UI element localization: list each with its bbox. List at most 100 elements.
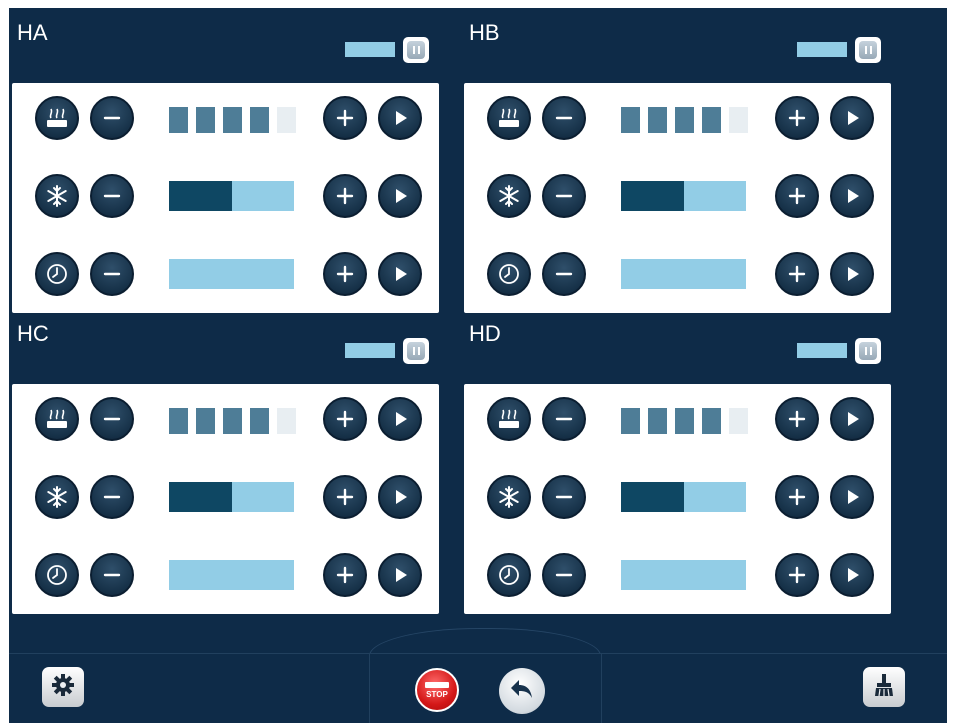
level-mode-button[interactable]	[35, 96, 79, 140]
control-row-cooling	[12, 473, 439, 521]
decrease-button[interactable]	[542, 475, 586, 519]
level-segment	[196, 107, 215, 133]
level-segment	[702, 107, 721, 133]
level-segment	[621, 408, 640, 434]
level-segment	[169, 408, 188, 434]
minus-icon	[100, 485, 124, 509]
start-button[interactable]	[378, 174, 422, 218]
play-icon	[840, 106, 864, 130]
control-row-cooling	[464, 473, 891, 521]
zone-hd: HD	[461, 309, 891, 614]
increase-button[interactable]	[775, 553, 819, 597]
zone-status-indicator	[345, 343, 395, 358]
minus-icon	[552, 563, 576, 587]
back-button[interactable]	[499, 668, 545, 714]
start-button[interactable]	[378, 397, 422, 441]
start-button[interactable]	[378, 96, 422, 140]
increase-button[interactable]	[775, 475, 819, 519]
decrease-button[interactable]	[542, 397, 586, 441]
level-segment	[223, 107, 242, 133]
start-button[interactable]	[378, 252, 422, 296]
control-row-timer	[464, 551, 891, 599]
increase-button[interactable]	[323, 96, 367, 140]
decrease-button[interactable]	[90, 96, 134, 140]
timer-mode-button[interactable]	[35, 553, 79, 597]
minus-icon	[552, 485, 576, 509]
zone-panel	[12, 83, 439, 313]
level-segment	[223, 408, 242, 434]
decrease-button[interactable]	[90, 252, 134, 296]
level-segment	[621, 107, 640, 133]
decrease-button[interactable]	[90, 475, 134, 519]
start-button[interactable]	[830, 252, 874, 296]
increase-button[interactable]	[775, 96, 819, 140]
minus-icon	[552, 184, 576, 208]
decrease-button[interactable]	[542, 553, 586, 597]
increase-button[interactable]	[775, 397, 819, 441]
play-icon	[388, 485, 412, 509]
timer-mode-button[interactable]	[487, 553, 531, 597]
increase-button[interactable]	[323, 553, 367, 597]
cooling-mode-button[interactable]	[487, 475, 531, 519]
level-mode-button[interactable]	[487, 397, 531, 441]
pause-button[interactable]	[403, 37, 429, 63]
decrease-button[interactable]	[542, 174, 586, 218]
increase-button[interactable]	[323, 174, 367, 218]
level-segment	[648, 107, 667, 133]
timer-mode-button[interactable]	[487, 252, 531, 296]
minus-icon	[552, 262, 576, 286]
minus-icon	[100, 407, 124, 431]
level-segment	[729, 107, 748, 133]
start-button[interactable]	[830, 174, 874, 218]
cooling-level-fill	[169, 482, 232, 512]
decrease-button[interactable]	[90, 553, 134, 597]
cooling-mode-button[interactable]	[35, 174, 79, 218]
cooling-mode-button[interactable]	[35, 475, 79, 519]
plus-icon	[333, 184, 357, 208]
decrease-button[interactable]	[542, 252, 586, 296]
zone-panel	[464, 384, 891, 614]
decrease-button[interactable]	[542, 96, 586, 140]
start-button[interactable]	[378, 475, 422, 519]
play-icon	[840, 407, 864, 431]
level-mode-button[interactable]	[35, 397, 79, 441]
level-segment	[702, 408, 721, 434]
timer-level-bar	[169, 259, 294, 289]
play-icon	[840, 563, 864, 587]
start-button[interactable]	[830, 96, 874, 140]
settings-button[interactable]	[42, 667, 84, 707]
broom-icon	[871, 672, 897, 703]
increase-button[interactable]	[775, 252, 819, 296]
start-button[interactable]	[378, 553, 422, 597]
start-button[interactable]	[830, 553, 874, 597]
increase-button[interactable]	[323, 475, 367, 519]
pause-button[interactable]	[855, 37, 881, 63]
start-button[interactable]	[830, 475, 874, 519]
increase-button[interactable]	[323, 397, 367, 441]
stop-button[interactable]: STOP	[415, 668, 459, 712]
zone-title: HB	[469, 20, 500, 45]
control-row-timer	[12, 551, 439, 599]
increase-button[interactable]	[775, 174, 819, 218]
cooling-level-bar	[621, 181, 746, 211]
zone-ha: HA	[9, 8, 439, 313]
snowflake-icon	[496, 183, 522, 209]
level-mode-button[interactable]	[487, 96, 531, 140]
clock-icon	[44, 261, 70, 287]
increase-button[interactable]	[323, 252, 367, 296]
pause-button[interactable]	[403, 338, 429, 364]
snowflake-icon	[496, 484, 522, 510]
decrease-button[interactable]	[90, 397, 134, 441]
clean-button[interactable]	[863, 667, 905, 707]
zone-title: HC	[17, 321, 49, 346]
timer-mode-button[interactable]	[35, 252, 79, 296]
start-button[interactable]	[830, 397, 874, 441]
decrease-button[interactable]	[90, 174, 134, 218]
back-arrow-icon	[509, 678, 535, 705]
control-row-level	[464, 395, 891, 443]
timer-level-bar	[169, 560, 294, 590]
minus-icon	[552, 407, 576, 431]
control-row-timer	[464, 250, 891, 298]
pause-button[interactable]	[855, 338, 881, 364]
cooling-mode-button[interactable]	[487, 174, 531, 218]
